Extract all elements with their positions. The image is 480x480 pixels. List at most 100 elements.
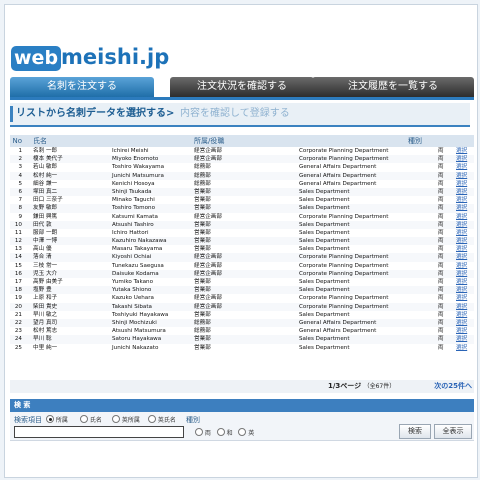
select-link[interactable]: 選択: [456, 188, 467, 196]
cell-roman-name: Junichi Nakazato: [112, 344, 159, 351]
select-link[interactable]: 選択: [456, 311, 467, 319]
cell-no: 18: [14, 287, 22, 294]
table-row: 14 落合 清 Kiyoshi Ochiai 経営企画部 Corporate Plann…: [10, 253, 474, 262]
table-row: 6 塚田 真二 Shinji Tsukada 営業部 Sales Department 両…: [10, 187, 474, 197]
radio-dept[interactable]: 所属: [46, 415, 68, 424]
select-link[interactable]: 選択: [456, 213, 467, 221]
select-link[interactable]: 選択: [456, 253, 467, 261]
search-button[interactable]: 検索: [399, 424, 431, 439]
select-link[interactable]: 選択: [456, 163, 467, 171]
cell-dept: 営業部: [194, 246, 211, 253]
show-all-button[interactable]: 全表示: [434, 424, 472, 439]
select-link[interactable]: 選択: [456, 180, 467, 188]
cell-dept: 営業部: [194, 344, 211, 351]
table-row: 20 柴田 貴史 Takashi Sibata 経営企画部 Corporate Plan…: [10, 302, 474, 311]
type-radios: 両 和 英: [195, 428, 254, 437]
select-link[interactable]: 選択: [456, 155, 467, 163]
radio-eng-dept[interactable]: 英所属: [112, 415, 140, 424]
table-row: 24 早川 聡 Satoru Hayakawa 営業部 Sales Department…: [10, 335, 474, 344]
cell-english-dept: Sales Department: [299, 205, 350, 212]
cell-roman-name: Minako Taguchi: [112, 197, 155, 204]
search-input[interactable]: [14, 426, 184, 438]
radio-dept-icon[interactable]: [46, 415, 54, 423]
cell-english-dept: Sales Department: [299, 279, 350, 285]
radio-eng-name[interactable]: 英氏名: [148, 415, 176, 424]
select-link[interactable]: 選択: [456, 303, 467, 311]
page-count: 1/3ページ: [328, 382, 362, 390]
radio-eng-dept-label: 英所属: [121, 417, 140, 424]
select-link[interactable]: 選択: [456, 147, 467, 155]
select-link[interactable]: 選択: [456, 344, 467, 352]
select-link[interactable]: 選択: [456, 204, 467, 212]
main-tabs: 名刺を注文する 注文状況を確認する 注文履歴を一覧する: [10, 77, 474, 97]
cell-no: 3: [18, 164, 22, 171]
type-en-icon[interactable]: [238, 428, 247, 436]
cell-english-dept: Sales Department: [299, 336, 350, 343]
table-row: 18 塩野 豊 Yutaka Shiono 営業部 Sales Department 両 選…: [10, 286, 474, 295]
select-link[interactable]: 選択: [456, 196, 467, 204]
select-link[interactable]: 選択: [456, 172, 467, 180]
table-row: 5 細谷 謙一 Kenichi Hosoya 総務部 General Affairs D…: [10, 180, 474, 188]
cell-name: 高野 由美子: [33, 279, 63, 285]
cell-roman-name: Ichiro Hattori: [112, 229, 149, 236]
cell-dept: 営業部: [194, 336, 211, 343]
cell-dept: 営業部: [194, 229, 211, 236]
cell-roman-name: Miyoko Enomoto: [112, 156, 159, 163]
search-header: 検 索: [10, 399, 474, 412]
cell-dept: 総務部: [194, 319, 211, 326]
cell-english-dept: General Affairs Department: [299, 319, 377, 326]
cell-roman-name: Kazuko Uehara: [112, 295, 154, 302]
cell-no: 8: [18, 205, 22, 212]
cell-dept: 営業部: [194, 287, 211, 294]
select-link[interactable]: 選択: [456, 278, 467, 286]
cell-dept: 経営企画部: [194, 213, 222, 220]
cell-dept: 営業部: [194, 311, 211, 318]
table-row: 22 望月 真司 Shinji Mochizuki 総務部 General Affair…: [10, 318, 474, 328]
select-link[interactable]: 選択: [456, 335, 467, 343]
select-link[interactable]: 選択: [456, 229, 467, 237]
cell-english-dept: Corporate Planning Department: [299, 303, 389, 310]
cell-name: 中里 純一: [33, 344, 58, 351]
select-link[interactable]: 選択: [456, 262, 467, 270]
select-link[interactable]: 選択: [456, 270, 467, 278]
cell-english-dept: Sales Department: [299, 221, 350, 228]
next-page-link[interactable]: 次の25件へ: [434, 380, 472, 393]
cell-type: 両: [438, 328, 444, 335]
cell-english-dept: Sales Department: [299, 238, 350, 245]
select-link[interactable]: 選択: [456, 237, 467, 245]
site-logo[interactable]: web meishi.jp: [11, 44, 169, 71]
select-link[interactable]: 選択: [456, 286, 467, 294]
select-link[interactable]: 選択: [456, 294, 467, 302]
cell-english-dept: Corporate Planning Department: [299, 213, 389, 220]
type-jp-icon[interactable]: [216, 428, 225, 436]
cell-no: 7: [18, 197, 22, 204]
cell-type: 両: [438, 336, 444, 343]
radio-name[interactable]: 氏名: [80, 415, 102, 424]
tab-order-cards[interactable]: 名刺を注文する: [10, 77, 154, 97]
cell-name: 早川 聡: [33, 336, 52, 343]
header-dept: 所属/役職: [194, 137, 225, 145]
radio-eng-name-icon[interactable]: [148, 415, 156, 423]
cell-type: 両: [438, 197, 444, 204]
search-panel: 検索項目 所属 氏名 英所属 英氏名 種別 両 和 英 検索 全表示: [10, 412, 474, 441]
table-row: 12 中澤 一博 Kazuhiro Nakazawa 営業部 Sales Departm…: [10, 237, 474, 246]
tab-order-history[interactable]: 注文履歴を一覧する: [312, 77, 474, 97]
type-jp-label: 和: [226, 430, 233, 437]
cell-name: 名刺 一郎: [33, 148, 58, 154]
radio-name-icon[interactable]: [80, 415, 88, 423]
cell-name: 早川 敏之: [33, 311, 58, 318]
page-info: 1/3ページ （全67件）: [328, 380, 395, 393]
select-link[interactable]: 選択: [456, 319, 467, 327]
radio-eng-dept-icon[interactable]: [112, 415, 120, 423]
select-link[interactable]: 選択: [456, 327, 467, 335]
cell-dept: 経営企画部: [194, 156, 222, 163]
select-link[interactable]: 選択: [456, 221, 467, 229]
table-row: 15 三枝 常一 Tunekazu Saegusa 経営企画部 Corporate Pl…: [10, 262, 474, 270]
tab-order-status[interactable]: 注文状況を確認する: [170, 77, 314, 97]
type-both-icon[interactable]: [195, 428, 203, 436]
cell-dept: 経営企画部: [194, 303, 222, 310]
table-row: 10 田代 敦 Atsushi Tashiro 営業部 Sales Department…: [10, 220, 474, 229]
cell-type: 両: [438, 319, 444, 326]
select-link[interactable]: 選択: [456, 245, 467, 253]
cell-type: 両: [438, 164, 444, 171]
